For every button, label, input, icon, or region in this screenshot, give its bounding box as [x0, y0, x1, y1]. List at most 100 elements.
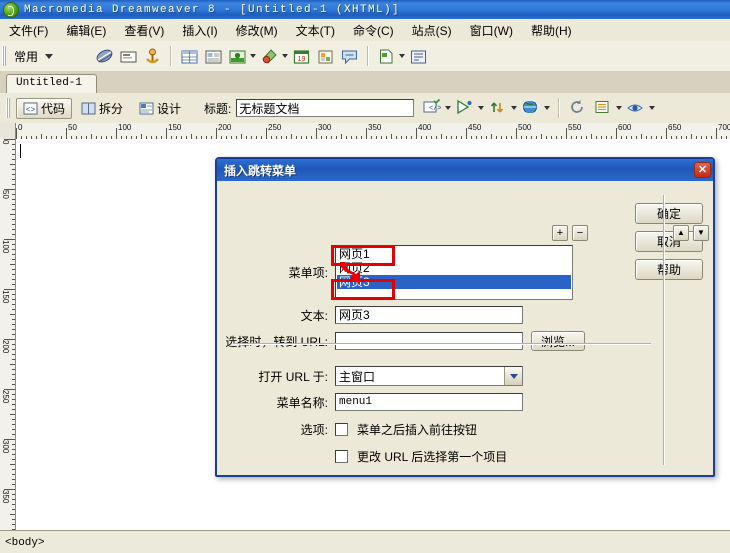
code-view-button[interactable]: <> 代码 [16, 97, 73, 119]
view-options-icon[interactable] [593, 98, 614, 119]
insert-div-icon[interactable] [203, 46, 224, 67]
browse-button[interactable]: 浏览... [531, 331, 585, 351]
ruler-tick [12, 469, 15, 470]
design-view-button[interactable]: 设计 [132, 98, 188, 119]
code-view-icon: <> [23, 102, 38, 115]
menu-item-edit[interactable]: 编辑(E) [57, 20, 115, 41]
table-icon[interactable] [179, 46, 200, 67]
visual-aids-icon[interactable] [626, 98, 647, 119]
insert-go-button-checkbox[interactable] [335, 423, 348, 436]
image-icon[interactable] [227, 46, 248, 67]
menu-item-file[interactable]: 文件(F) [0, 20, 57, 41]
open-url-select[interactable]: 主窗口 [335, 366, 523, 386]
text-caret [20, 144, 21, 158]
refresh-design-view-icon-group[interactable] [488, 98, 518, 119]
menu-name-row: 菜单名称: menu1 [217, 393, 523, 411]
file-management-icon[interactable]: </> [422, 98, 443, 119]
insert-category-selector[interactable]: 常用 [10, 48, 72, 65]
design-view-icon [139, 102, 154, 114]
remove-item-button[interactable]: − [572, 225, 588, 241]
list-item[interactable]: 网页1 [337, 247, 571, 261]
anchor-icon[interactable] [142, 46, 163, 67]
media-icon-group[interactable] [259, 46, 288, 67]
template-icon[interactable] [315, 46, 336, 67]
doc-toolbar-drag-grip[interactable] [6, 98, 10, 118]
preview-in-browser-icon[interactable] [455, 98, 476, 119]
globe-icon-group[interactable] [521, 98, 551, 119]
chevron-down-icon[interactable] [511, 106, 518, 110]
url-input[interactable] [335, 332, 523, 350]
comment-icon[interactable] [339, 46, 360, 67]
ruler-tick [12, 484, 15, 485]
ruler-tick [12, 219, 15, 220]
email-link-icon[interactable] [118, 46, 139, 67]
ruler-label: 700 [718, 123, 730, 132]
form-icon[interactable] [408, 46, 429, 67]
ruler-origin-corner[interactable] [0, 123, 16, 139]
ok-button[interactable]: 确定 [635, 203, 703, 224]
select-first-item-checkbox[interactable] [335, 450, 348, 463]
ruler-tick [12, 319, 15, 320]
image-icon-group[interactable] [227, 46, 256, 67]
document-tab-untitled-1[interactable]: Untitled-1 [6, 74, 98, 93]
vertical-ruler[interactable]: 0 50 100 150 200 250 300 350 [0, 139, 16, 530]
menu-name-input[interactable]: menu1 [335, 393, 523, 411]
chevron-down-icon[interactable] [649, 106, 656, 110]
ruler-tick [10, 514, 15, 515]
view-options-icon-group[interactable] [593, 98, 623, 119]
chevron-down-icon[interactable] [250, 54, 256, 58]
page-title-input[interactable] [236, 99, 415, 117]
text-input[interactable]: 网页3 [335, 306, 523, 324]
tag-selector-body[interactable]: <body> [5, 537, 45, 549]
close-icon[interactable]: ✕ [694, 162, 711, 178]
menu-item-help[interactable]: 帮助(H) [522, 20, 581, 41]
help-button[interactable]: 帮助 [635, 259, 703, 280]
svg-text:</>: </> [429, 105, 441, 113]
list-item[interactable]: 网页2 [337, 261, 571, 275]
chevron-down-icon[interactable] [399, 54, 405, 58]
server-side-include-icon[interactable] [376, 46, 397, 67]
file-management-icon-group[interactable]: </> [422, 98, 452, 119]
document-toolbar-icons: </> [422, 98, 656, 119]
preview-in-browser-icon-group[interactable] [455, 98, 485, 119]
chevron-down-icon[interactable] [478, 106, 485, 110]
hyperlink-icon[interactable] [94, 46, 115, 67]
server-side-include-icon-group[interactable] [376, 46, 405, 67]
ruler-label: 400 [418, 123, 432, 132]
refresh-icon[interactable] [568, 98, 589, 119]
add-item-button[interactable]: + [552, 225, 568, 241]
move-up-icon[interactable]: ▲ [673, 225, 689, 241]
ruler-tick [12, 434, 15, 435]
ruler-label: 50 [68, 123, 77, 132]
ruler-tick [12, 184, 15, 185]
option-row-1: 选项: 菜单之后插入前往按钮 [217, 421, 657, 438]
chevron-down-icon[interactable] [544, 106, 551, 110]
menu-item-site[interactable]: 站点(S) [403, 20, 461, 41]
ruler-tick [12, 424, 15, 425]
chevron-down-icon[interactable] [616, 106, 623, 110]
visual-aids-icon-group[interactable] [626, 98, 656, 119]
url-row: 选择时，转到 URL: 浏览... [217, 331, 585, 351]
menu-item-view[interactable]: 查看(V) [115, 20, 173, 41]
globe-icon[interactable] [521, 98, 542, 119]
horizontal-ruler[interactable]: 0 50 100 150 200 250 300 350 400 450 500 550 600 650 7… [0, 123, 730, 140]
menu-item-insert[interactable]: 插入(I) [173, 20, 226, 41]
refresh-design-view-icon[interactable] [488, 98, 509, 119]
chevron-down-icon[interactable] [504, 367, 522, 385]
menu-item-text[interactable]: 文本(T) [287, 20, 344, 41]
ruler-tick [12, 304, 15, 305]
menu-items-listbox[interactable]: 网页1 网页2 网页3 [335, 245, 573, 300]
dialog-vertical-divider [663, 195, 665, 465]
date-icon[interactable]: 19 [291, 46, 312, 67]
chevron-down-icon[interactable] [445, 106, 452, 110]
toolbar-drag-grip[interactable] [2, 46, 6, 66]
dreamweaver-logo-icon [3, 1, 19, 18]
menu-item-commands[interactable]: 命令(C) [344, 20, 403, 41]
chevron-down-icon[interactable] [282, 54, 288, 58]
move-down-icon[interactable]: ▼ [693, 225, 709, 241]
media-icon[interactable] [259, 46, 280, 67]
menu-item-modify[interactable]: 修改(M) [227, 20, 287, 41]
list-item[interactable]: 网页3 [337, 275, 571, 289]
split-view-button[interactable]: 拆分 [74, 98, 130, 119]
menu-item-window[interactable]: 窗口(W) [461, 20, 522, 41]
